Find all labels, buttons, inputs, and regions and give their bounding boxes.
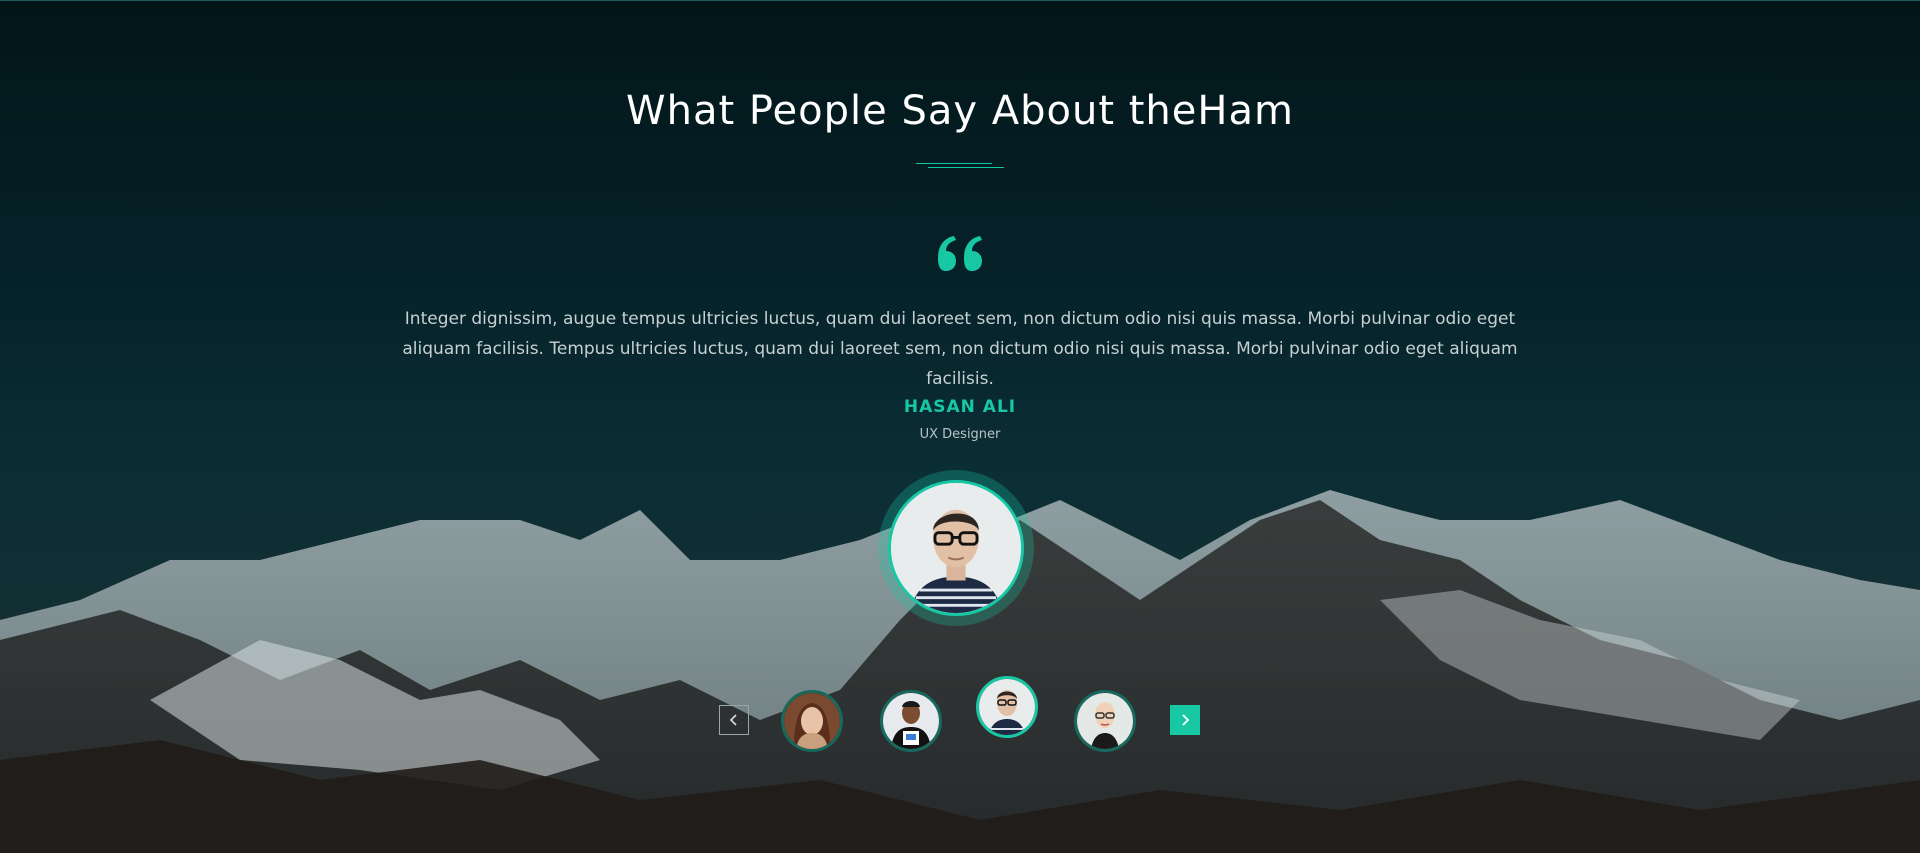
thumbnail-4[interactable] (1074, 690, 1136, 752)
title-underline (916, 163, 1004, 171)
carousel-next-button[interactable] (1170, 705, 1200, 735)
thumbnail-2[interactable] (880, 690, 942, 752)
man-with-glasses-avatar (979, 679, 1035, 735)
testimonials-content: What People Say About theHam Integer dig… (0, 0, 1920, 853)
thumbnail-1[interactable] (781, 690, 843, 752)
thumbnail-3[interactable] (976, 676, 1038, 738)
testimonials-section: What People Say About theHam Integer dig… (0, 0, 1920, 853)
carousel-prev-button[interactable] (719, 705, 749, 735)
author-avatar (888, 480, 1024, 616)
chevron-left-icon (729, 714, 737, 726)
quote-icon (934, 236, 986, 272)
testimonial-text: Integer dignissim, augue tempus ultricie… (402, 309, 1518, 389)
man-in-tshirt-avatar (883, 693, 939, 749)
author-name: HASAN ALI (903, 397, 1017, 417)
author-role: UX Designer (919, 427, 1001, 442)
section-title: What People Say About theHam (626, 88, 1294, 134)
woman-with-long-hair-avatar (784, 693, 840, 749)
bald-woman-with-glasses-avatar (1077, 693, 1133, 749)
chevron-right-icon (1182, 714, 1190, 726)
